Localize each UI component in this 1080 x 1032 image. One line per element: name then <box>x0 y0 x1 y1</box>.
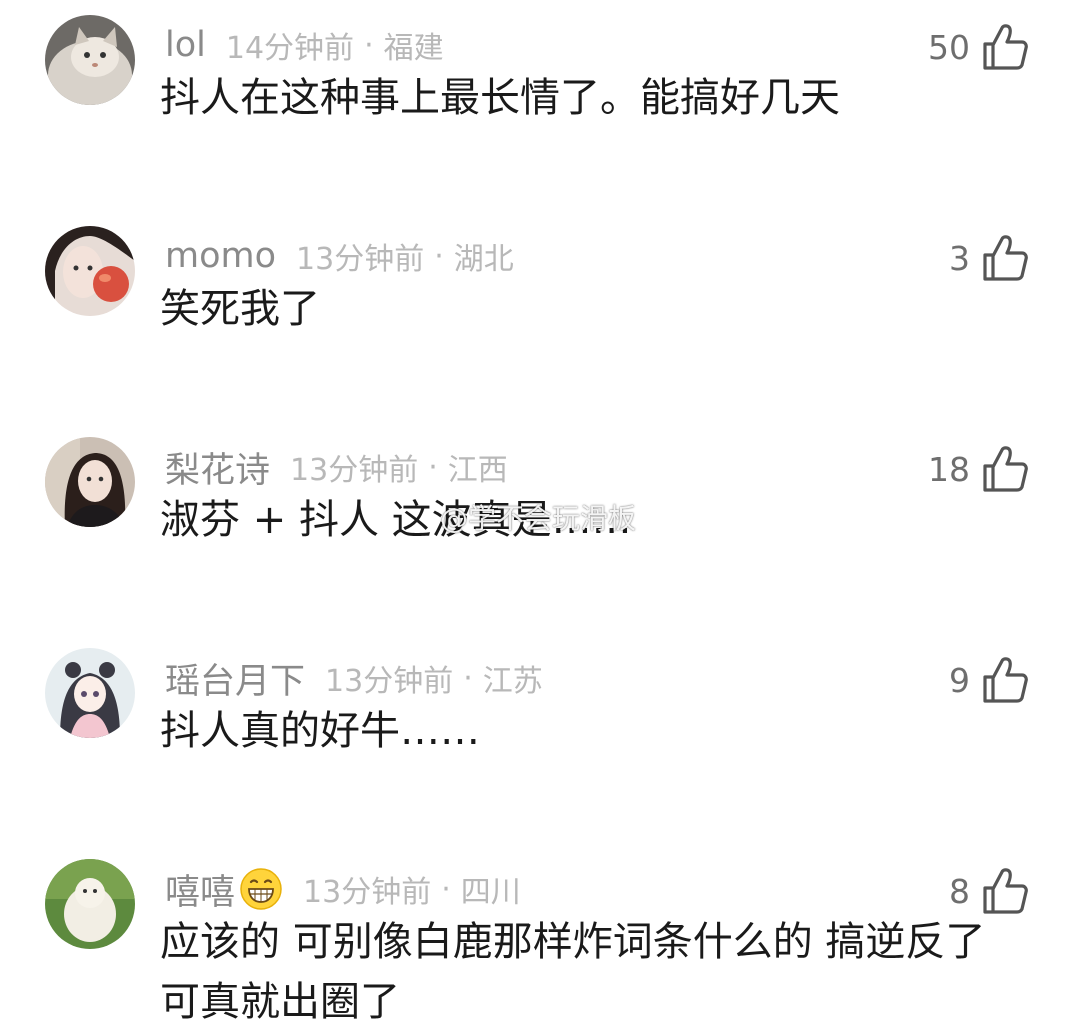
comment-text: 笑死我了 <box>160 286 320 332</box>
comment-item: lol 14分钟前 · 福建 抖人在这种事上最长情了。能搞好几天 50 <box>0 0 1080 211</box>
grinning-face-emoji-icon <box>239 867 283 911</box>
comment-item: 嘻嘻 13分钟前 · 四川 应该的 可别像白鹿那样炸词条什么的 搞逆反了可真就出… <box>0 844 1080 1031</box>
like-button[interactable]: 9 <box>949 655 1028 705</box>
comment-text: 应该的 可别像白鹿那样炸词条什么的 搞逆反了可真就出圈了 <box>160 919 986 1025</box>
comment-item: 瑶台月下 13分钟前 · 江苏 抖人真的好牛…… 9 <box>0 633 1080 844</box>
like-count: 3 <box>949 238 970 278</box>
timestamp: 13分钟前 <box>296 242 425 277</box>
like-count: 50 <box>928 27 970 67</box>
thumbs-up-icon <box>982 234 1028 282</box>
timestamp: 14分钟前 <box>225 31 355 66</box>
username[interactable]: 嘻嘻 <box>165 864 235 915</box>
location: 湖北 <box>453 242 514 277</box>
avatar[interactable] <box>45 437 135 527</box>
thumbs-up-icon <box>982 867 1028 915</box>
girl-with-peach-avatar-icon <box>45 226 135 316</box>
username[interactable]: lol <box>165 25 206 65</box>
location: 四川 <box>460 875 521 910</box>
like-button[interactable]: 18 <box>928 444 1028 494</box>
fluffy-animal-avatar-icon <box>45 859 135 949</box>
location: 江苏 <box>482 664 543 699</box>
anime-girl-avatar-icon <box>45 648 135 738</box>
comment-text: 抖人真的好牛…… <box>160 708 480 754</box>
thumbs-up-icon <box>982 23 1028 71</box>
username[interactable]: momo <box>165 236 276 276</box>
timestamp: 13分钟前 <box>325 664 454 699</box>
thumbs-up-icon <box>982 656 1028 704</box>
timestamp: 13分钟前 <box>290 453 419 488</box>
girl-portrait-avatar-icon <box>45 437 135 527</box>
like-button[interactable]: 3 <box>949 233 1028 283</box>
location: 福建 <box>383 31 444 66</box>
username[interactable]: 瑶台月下 <box>165 653 305 704</box>
like-button[interactable]: 8 <box>949 866 1028 916</box>
like-count: 18 <box>928 449 970 489</box>
meta-separator: · <box>428 449 438 485</box>
like-count: 9 <box>949 660 970 700</box>
thumbs-up-icon <box>982 445 1028 493</box>
avatar[interactable] <box>45 15 135 105</box>
comment-meta: momo 13分钟前 · 湖北 <box>165 233 514 279</box>
meta-separator: · <box>364 27 374 63</box>
username[interactable]: 梨花诗 <box>165 442 270 493</box>
timestamp: 13分钟前 <box>303 875 432 910</box>
like-count: 8 <box>949 871 970 911</box>
avatar[interactable] <box>45 226 135 316</box>
comment-meta: 嘻嘻 13分钟前 · 四川 <box>165 864 521 915</box>
comment-text: 抖人在这种事上最长情了。能搞好几天 <box>160 75 840 121</box>
comment-meta: 梨花诗 13分钟前 · 江西 <box>165 442 508 493</box>
watermark: @学不会玩滑板 <box>440 502 637 535</box>
avatar[interactable] <box>45 859 135 949</box>
comment-item: momo 13分钟前 · 湖北 笑死我了 3 <box>0 211 1080 422</box>
comment-meta: lol 14分钟前 · 福建 <box>165 22 444 68</box>
meta-separator: · <box>441 871 451 907</box>
location: 江西 <box>447 453 508 488</box>
avatar[interactable] <box>45 648 135 738</box>
meta-separator: · <box>434 238 444 274</box>
meta-separator: · <box>463 660 473 696</box>
comment-meta: 瑶台月下 13分钟前 · 江苏 <box>165 653 543 704</box>
like-button[interactable]: 50 <box>928 22 1028 72</box>
cat-avatar-icon <box>45 15 135 105</box>
